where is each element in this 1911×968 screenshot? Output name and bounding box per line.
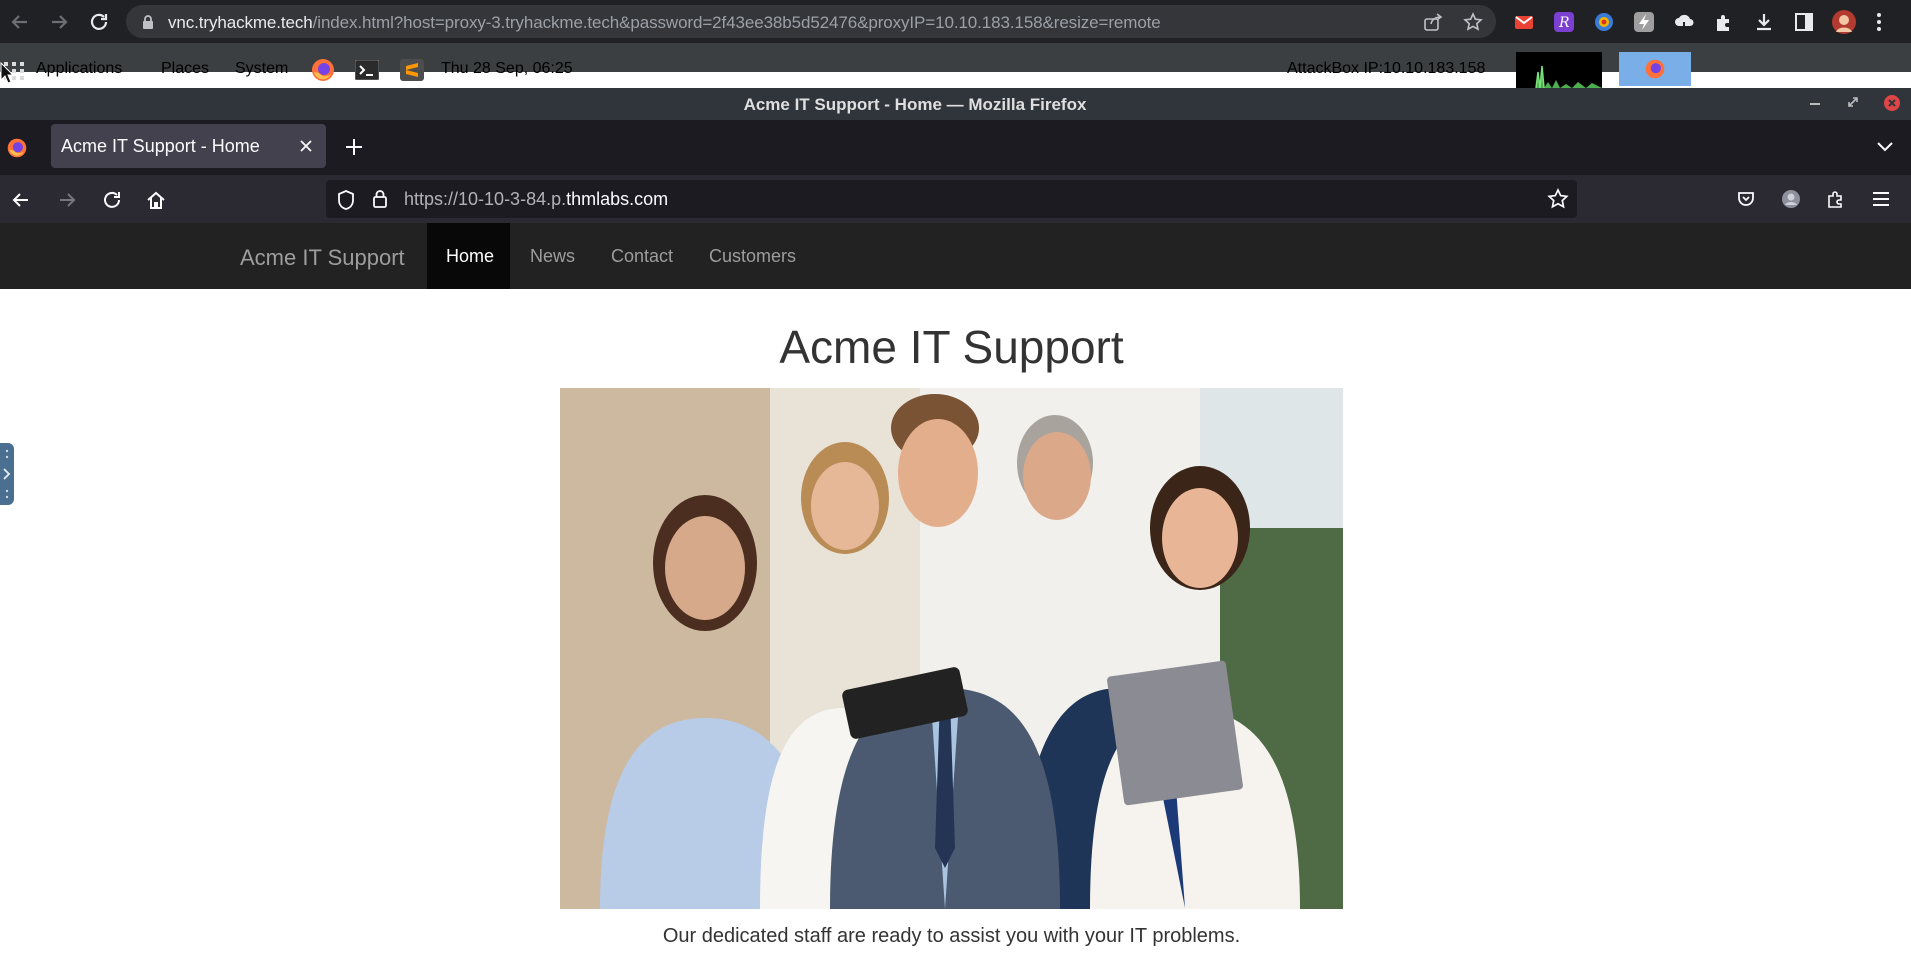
chrome-menu-icon[interactable] xyxy=(1875,11,1883,33)
team-photo xyxy=(560,388,1343,909)
padlock-icon[interactable] xyxy=(372,189,388,209)
chrome-reload-icon[interactable] xyxy=(87,10,111,34)
lock-icon xyxy=(142,15,154,30)
chrome-url-text[interactable]: vnc.tryhackme.tech/index.html?host=proxy… xyxy=(168,13,1161,33)
ff-forward-icon[interactable] xyxy=(56,189,78,211)
ff-extensions-icon[interactable] xyxy=(1826,189,1846,209)
site-brand[interactable]: Acme IT Support xyxy=(240,245,405,271)
r-extension-icon[interactable]: R xyxy=(1553,11,1575,33)
tab-title: Acme IT Support - Home xyxy=(61,136,260,156)
cloud-extension-icon[interactable] xyxy=(1673,11,1695,33)
applications-menu[interactable]: Applications xyxy=(36,60,122,78)
nav-contact[interactable]: Contact xyxy=(611,246,673,267)
chrome-url-path: /index.html?host=proxy-3.tryhackme.tech&… xyxy=(312,13,1161,32)
firefox-window-title: Acme IT Support - Home — Mozilla Firefox xyxy=(743,95,1087,114)
maximize-icon[interactable] xyxy=(1846,95,1860,109)
panel-clock: Thu 28 Sep, 06:25 xyxy=(441,60,573,77)
badge-extension-icon[interactable] xyxy=(1593,11,1615,33)
sublime-launcher-icon[interactable] xyxy=(400,59,424,81)
puzzle-extensions-icon[interactable] xyxy=(1713,11,1735,33)
chrome-url-host: vnc.tryhackme.tech xyxy=(168,13,313,32)
system-menu[interactable]: System xyxy=(235,60,288,78)
mouse-cursor-icon xyxy=(0,62,14,84)
svg-text:R: R xyxy=(1558,15,1570,31)
side-panel-icon[interactable] xyxy=(1793,11,1815,33)
list-tabs-chevron-icon[interactable] xyxy=(1876,140,1894,152)
terminal-launcher-icon[interactable] xyxy=(355,60,379,80)
ff-url-prefix: https://10-10-3-84.p. xyxy=(404,189,567,209)
nav-news[interactable]: News xyxy=(530,246,575,267)
ff-reload-icon[interactable] xyxy=(101,189,123,211)
taskbar-firefox-window[interactable] xyxy=(1619,52,1691,86)
ff-home-icon[interactable] xyxy=(145,189,167,211)
places-menu[interactable]: Places xyxy=(161,60,209,78)
ff-back-icon[interactable] xyxy=(10,189,32,211)
firefox-account-icon[interactable] xyxy=(1781,189,1801,209)
bolt-extension-icon[interactable] xyxy=(1633,11,1655,33)
ff-url-text[interactable]: https://10-10-3-84.p.thmlabs.com xyxy=(404,189,668,210)
window-close-icon[interactable] xyxy=(1883,94,1901,112)
minimize-icon[interactable] xyxy=(1808,98,1822,108)
nav-home[interactable]: Home xyxy=(446,246,494,267)
page-title: Acme IT Support xyxy=(779,321,1124,373)
attackbox-ip: AttackBox IP:10.10.183.158 xyxy=(1287,60,1486,77)
pocket-icon[interactable] xyxy=(1736,189,1756,209)
side-panel-handle[interactable] xyxy=(0,443,14,505)
chrome-back-icon[interactable] xyxy=(8,10,32,34)
gmail-extension-icon[interactable] xyxy=(1513,11,1535,33)
firefox-view-icon[interactable] xyxy=(6,137,28,159)
page-caption: Our dedicated staff are ready to assist … xyxy=(662,925,1241,947)
bookmark-page-star-icon[interactable] xyxy=(1547,188,1569,210)
ff-hamburger-menu-icon[interactable] xyxy=(1871,190,1891,208)
new-tab-icon[interactable] xyxy=(344,137,364,157)
download-icon[interactable] xyxy=(1753,11,1775,33)
share-icon[interactable] xyxy=(1423,12,1443,32)
system-monitor-graph xyxy=(1516,52,1602,88)
firefox-launcher-icon[interactable] xyxy=(310,57,336,83)
tab-close-icon[interactable] xyxy=(299,139,313,153)
profile-avatar[interactable] xyxy=(1831,9,1857,35)
chrome-forward-icon[interactable] xyxy=(47,10,71,34)
bookmark-star-icon[interactable] xyxy=(1463,12,1483,32)
ff-url-domain: thmlabs.com xyxy=(566,189,669,209)
nav-customers[interactable]: Customers xyxy=(709,246,796,267)
tracking-shield-icon[interactable] xyxy=(336,189,356,211)
